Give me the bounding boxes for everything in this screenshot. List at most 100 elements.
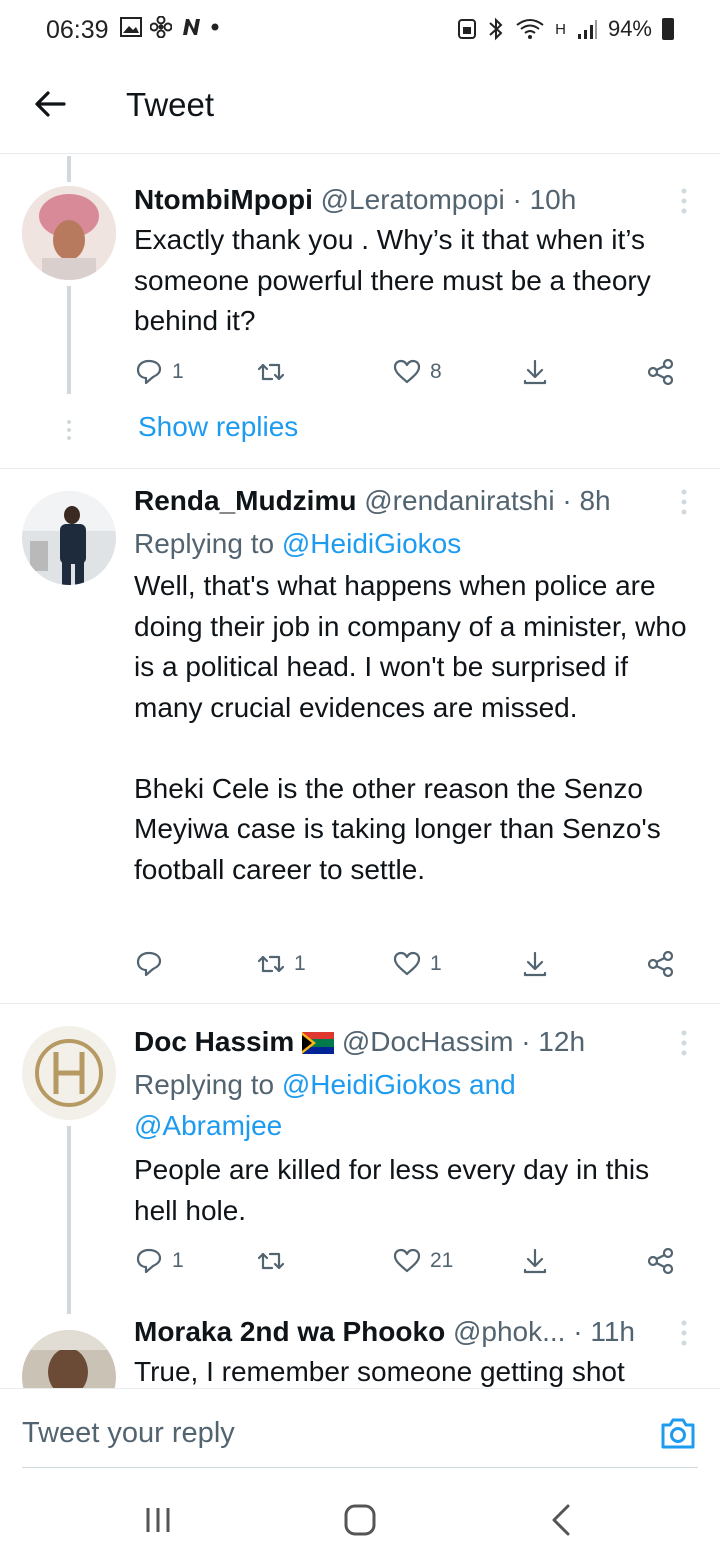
profile-photo-icon	[22, 1330, 116, 1388]
more-options-button[interactable]	[672, 1318, 696, 1348]
home-button[interactable]	[340, 1500, 380, 1540]
retweet-button[interactable]	[256, 1246, 294, 1276]
replying-to: Replying to @HeidiGiokos	[134, 523, 696, 564]
tweet-header: Doc Hassim @DocHassim · 12h	[134, 1024, 696, 1060]
tweet-text: Well, that's what happens when police ar…	[134, 570, 687, 885]
more-options-button[interactable]	[672, 186, 696, 216]
share-button[interactable]	[646, 357, 676, 387]
retweet-count: 1	[294, 952, 306, 975]
dot-icon	[211, 23, 219, 31]
vertical-dots-icon	[681, 1320, 687, 1346]
chevron-left-icon	[552, 1504, 570, 1536]
profile-photo-icon	[22, 1026, 116, 1120]
share-icon	[647, 950, 674, 978]
share-button[interactable]	[646, 949, 676, 979]
share-icon	[647, 1247, 674, 1275]
image-icon	[120, 17, 142, 37]
avatar[interactable]	[22, 491, 116, 585]
more-options-button[interactable]	[672, 487, 696, 517]
handle[interactable]: @rendaniratshi	[364, 485, 554, 516]
tweet-text: Exactly thank you . Why’s it that when i…	[134, 224, 651, 336]
reply-count: 1	[172, 1249, 184, 1272]
timestamp: · 10h	[512, 184, 577, 215]
mention-link[interactable]: @HeidiGiokos	[282, 528, 461, 559]
n-icon	[183, 19, 200, 35]
mention-link[interactable]: @HeidiGiokos and	[282, 1069, 516, 1100]
download-button[interactable]	[520, 949, 550, 979]
display-name[interactable]: NtombiMpopi	[134, 184, 313, 215]
tweet-doc-hassim[interactable]: Doc Hassim @DocHassim · 12h Replying to …	[0, 1004, 720, 1314]
avatar[interactable]	[22, 1026, 116, 1120]
like-count: 8	[430, 360, 442, 383]
thread-line	[67, 1126, 71, 1314]
reply-input[interactable]: Tweet your reply	[22, 1417, 235, 1450]
tweet-text: True, I remember someone getting shot	[134, 1356, 625, 1387]
tweet-actions: 1 21	[134, 1246, 680, 1286]
home-icon	[344, 1504, 376, 1536]
recent-apps-icon	[146, 1508, 170, 1532]
reply-button[interactable]: 1	[134, 357, 184, 387]
handle[interactable]: @Leratompopi	[321, 184, 505, 215]
handle[interactable]: @phok...	[453, 1316, 565, 1347]
timestamp: · 12h	[521, 1026, 586, 1057]
reply-count: 1	[172, 360, 184, 383]
tweet-content: Doc Hassim @DocHassim · 12h Replying to …	[134, 1024, 696, 1231]
like-count: 1	[430, 952, 442, 975]
tweet-actions: 1 8	[134, 357, 680, 397]
tweet-moraka[interactable]: Moraka 2nd wa Phooko @phok... · 11h True…	[0, 1308, 720, 1388]
tweet-header: NtombiMpopi @Leratompopi · 10h	[134, 182, 696, 218]
lock-app-icon	[458, 19, 477, 39]
show-replies-link[interactable]: Show replies	[138, 411, 298, 443]
reply-icon	[136, 1248, 162, 1274]
reply-composer: Tweet your reply	[0, 1388, 720, 1480]
system-icons: H 94%	[457, 16, 674, 42]
like-button[interactable]: 1	[392, 949, 442, 979]
system-nav-bar	[0, 1480, 720, 1560]
tweet-text: People are killed for less every day in …	[134, 1154, 650, 1226]
more-replies-dots	[64, 418, 74, 442]
avatar[interactable]	[22, 1330, 116, 1388]
thread-line	[67, 156, 71, 182]
profile-photo-icon	[22, 186, 116, 280]
recent-apps-button[interactable]	[138, 1500, 178, 1540]
thread-line	[67, 286, 71, 394]
retweet-button[interactable]	[256, 357, 294, 387]
bluetooth-icon	[489, 17, 503, 41]
status-bar: 06:39 H 94%	[0, 0, 720, 58]
download-button[interactable]	[520, 1246, 550, 1276]
system-back-button[interactable]	[542, 1500, 582, 1540]
share-button[interactable]	[646, 1246, 676, 1276]
reply-icon	[136, 951, 162, 977]
share-icon	[647, 358, 674, 386]
vertical-dots-icon	[681, 1030, 687, 1056]
handle[interactable]: @DocHassim	[342, 1026, 514, 1057]
tweet-ntombimpopi[interactable]: NtombiMpopi @Leratompopi · 10h Exactly t…	[0, 156, 720, 468]
display-name[interactable]: Renda_Mudzimu	[134, 485, 356, 516]
more-options-button[interactable]	[672, 1028, 696, 1058]
timestamp: · 11h	[573, 1316, 635, 1347]
retweet-icon	[257, 363, 285, 381]
replying-to: Replying to @HeidiGiokos and @Abramjee	[134, 1064, 696, 1146]
battery-level: 94%	[607, 16, 652, 41]
fan-icon	[150, 16, 172, 38]
vertical-dots-icon	[681, 489, 687, 515]
back-button[interactable]	[30, 84, 70, 124]
display-name[interactable]: Moraka 2nd wa Phooko	[134, 1316, 445, 1347]
vertical-dots-icon	[67, 420, 71, 440]
tweet-renda-mudzimu[interactable]: Renda_Mudzimu @rendaniratshi · 8h Replyi…	[0, 469, 720, 1003]
retweet-button[interactable]: 1	[256, 949, 306, 979]
timestamp: · 8h	[562, 485, 611, 516]
mention-link[interactable]: @Abramjee	[134, 1110, 282, 1141]
tweet-content: NtombiMpopi @Leratompopi · 10h Exactly t…	[134, 182, 696, 342]
divider	[22, 1467, 698, 1468]
download-button[interactable]	[520, 357, 550, 387]
reply-button[interactable]: 1	[134, 1246, 184, 1276]
display-name[interactable]: Doc Hassim	[134, 1026, 294, 1057]
reply-button[interactable]	[134, 949, 172, 979]
like-button[interactable]: 8	[392, 357, 442, 387]
wifi-icon	[516, 19, 544, 39]
camera-button[interactable]	[658, 1413, 698, 1453]
like-button[interactable]: 21	[392, 1246, 453, 1276]
avatar[interactable]	[22, 186, 116, 280]
download-icon	[523, 359, 547, 385]
